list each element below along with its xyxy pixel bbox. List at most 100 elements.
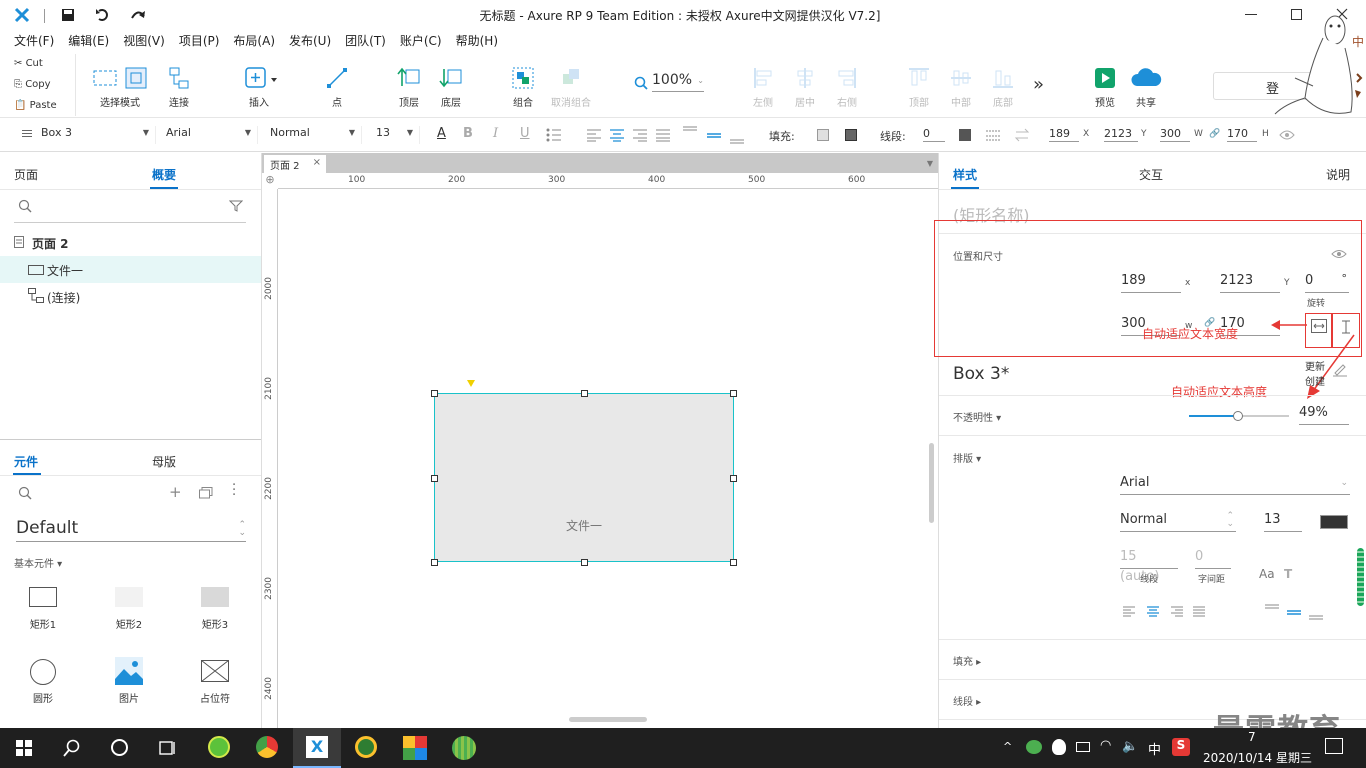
text-shadow-icon[interactable]: T (1284, 567, 1292, 581)
search-icon[interactable] (63, 739, 81, 757)
format-x-input[interactable]: 189 (1049, 126, 1079, 142)
paste-button[interactable]: 📋 Paste (14, 100, 57, 111)
menu-arrange[interactable]: 布局(A) (226, 30, 282, 52)
resize-handle[interactable] (730, 390, 737, 397)
auto-fit-width-icon[interactable] (1311, 319, 1327, 333)
resize-handle[interactable] (431, 475, 438, 482)
minimize-button[interactable] (1245, 14, 1257, 15)
font-family-select[interactable]: Arial ⌄ (1120, 473, 1350, 495)
more-options-icon[interactable]: · · · (232, 479, 236, 502)
menu-view[interactable]: 视图(V) (116, 30, 172, 52)
resize-handle[interactable] (431, 559, 438, 566)
pos-y-input[interactable]: 2123 (1220, 271, 1280, 293)
widget-image-icon[interactable] (115, 657, 143, 685)
font-size-input[interactable]: 13 (1264, 510, 1302, 532)
font-color-icon[interactable]: A (437, 126, 446, 141)
rotate-handle-icon[interactable] (467, 380, 475, 387)
library-select[interactable]: Default ⌃ ⌄ (16, 518, 246, 542)
widget-category[interactable]: 基本元件 ▾ (14, 555, 62, 570)
align-bottom-button[interactable]: 底部 (975, 66, 1031, 109)
pos-x-input[interactable]: 189 (1121, 271, 1181, 293)
valign-bottom-icon[interactable] (1308, 603, 1324, 621)
widget-rect1-icon[interactable] (29, 587, 57, 607)
underline-icon[interactable]: U (520, 126, 530, 141)
save-icon[interactable] (61, 8, 75, 22)
lock-aspect-icon[interactable]: 🔗 (1209, 129, 1220, 139)
resize-handle[interactable] (581, 559, 588, 566)
menu-publish[interactable]: 发布(U) (282, 30, 338, 52)
add-library-icon[interactable]: + (169, 483, 182, 501)
opacity-slider-knob[interactable] (1233, 411, 1243, 421)
wechat-icon[interactable] (1026, 740, 1042, 754)
vertical-scrollbar[interactable] (929, 443, 934, 523)
menu-team[interactable]: 团队(T) (338, 30, 393, 52)
outline-item-selected[interactable]: 文件一 (0, 256, 261, 283)
create-style-link[interactable]: 创建 (1305, 373, 1325, 388)
tab-dropdown-icon[interactable]: ▼ (927, 159, 933, 168)
stroke-section-toggle[interactable]: 线段 ▸ (953, 693, 981, 708)
font-color-swatch[interactable] (1320, 515, 1348, 529)
valign-top-icon[interactable] (682, 125, 698, 145)
rotation-input[interactable]: 0 ° (1305, 271, 1349, 293)
horizontal-scrollbar[interactable] (569, 717, 647, 722)
menu-file[interactable]: 文件(F) (0, 30, 61, 52)
font-weight-select[interactable]: Normal ⌃ ⌄ (1120, 510, 1236, 532)
outline-search-input[interactable] (14, 222, 246, 223)
text-align-left-icon[interactable] (586, 128, 602, 142)
valign-middle-icon[interactable] (706, 125, 722, 145)
format-h-input[interactable]: 170 (1227, 126, 1257, 142)
tab-masters[interactable]: 母版 (152, 453, 176, 470)
tab-widgets[interactable]: 元件 (14, 453, 38, 470)
text-align-center-icon[interactable] (1146, 606, 1160, 618)
app-colorful-icon[interactable] (403, 736, 427, 760)
chrome-icon[interactable] (256, 736, 278, 758)
edit-style-icon[interactable] (1332, 364, 1348, 378)
menu-help[interactable]: 帮助(H) (449, 30, 505, 52)
shadow-swatch[interactable] (845, 129, 857, 141)
fill-color-swatch[interactable] (817, 129, 829, 141)
widget-circle-icon[interactable] (30, 659, 56, 685)
font-size-select[interactable]: 13 ▼ (376, 126, 420, 144)
right-panel-scrollbar[interactable] (1357, 548, 1364, 606)
align-right-button[interactable]: 右侧 (819, 66, 875, 109)
cut-button[interactable]: ✂ Cut (14, 58, 43, 69)
taskbar-axure-active[interactable]: X (293, 728, 341, 768)
format-y-input[interactable]: 2123 (1104, 126, 1138, 142)
resize-handle[interactable] (581, 390, 588, 397)
zoom-select[interactable]: 100% ⌄ (652, 72, 704, 92)
filter-icon[interactable] (229, 199, 243, 213)
selected-box-widget[interactable]: 文件一 (434, 393, 734, 562)
italic-icon[interactable]: I (493, 126, 498, 141)
tab-interactions[interactable]: 交互 (1139, 166, 1163, 183)
widget-rect3-icon[interactable] (201, 587, 229, 607)
page-tab[interactable]: 页面 2 × (264, 155, 326, 173)
insert-button[interactable]: 插入 (231, 66, 287, 109)
resize-handle[interactable] (730, 559, 737, 566)
stroke-color-swatch[interactable] (959, 129, 971, 141)
text-justify-icon[interactable] (655, 128, 671, 142)
app-green-plus-icon[interactable] (355, 736, 377, 758)
menu-edit[interactable]: 编辑(E) (61, 30, 116, 52)
tab-notes[interactable]: 说明 (1326, 166, 1350, 183)
valign-middle-icon[interactable] (1286, 603, 1302, 621)
bold-icon[interactable]: B (463, 126, 473, 141)
widget-rect2-icon[interactable] (115, 587, 143, 607)
ime-indicator[interactable]: 中 (1148, 739, 1161, 758)
cortana-icon[interactable] (111, 739, 128, 756)
opacity-slider-track[interactable] (1189, 411, 1289, 421)
redo-icon[interactable] (130, 8, 146, 22)
stroke-pattern-icon[interactable] (985, 128, 1001, 142)
tab-style[interactable]: 样式 (953, 166, 977, 183)
text-case-icon[interactable]: Aa (1259, 567, 1275, 581)
task-view-icon[interactable] (159, 739, 177, 757)
valign-bottom-icon[interactable] (729, 125, 745, 145)
close-icon[interactable]: × (313, 157, 321, 168)
widget-name-select[interactable]: Box 3 ▼ (41, 126, 156, 144)
char-spacing-input[interactable]: 0 (1195, 547, 1231, 569)
outline-page-title[interactable]: 页面 2 (32, 235, 69, 252)
tray-chevron-icon[interactable]: ^ (1003, 740, 1012, 753)
stroke-width-input[interactable]: 0 (923, 126, 945, 142)
fill-section-toggle[interactable]: 填充 ▸ (953, 653, 981, 668)
volume-icon[interactable]: 🔈 (1122, 739, 1138, 754)
app-bamboo-icon[interactable] (452, 736, 476, 760)
